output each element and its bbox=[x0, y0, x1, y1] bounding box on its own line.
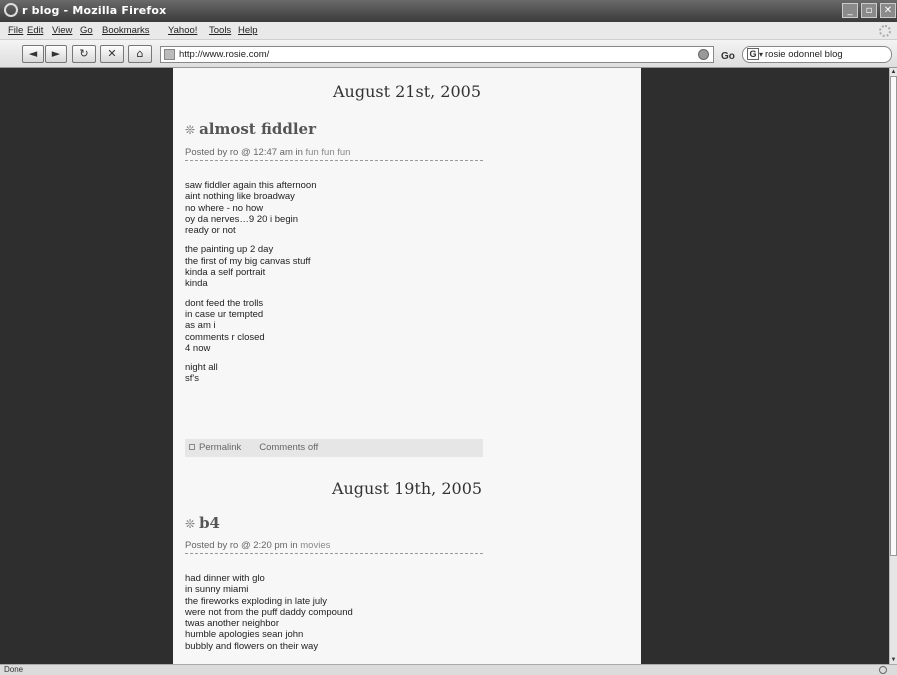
page-viewport: August 21st, 2005 ❊ almost fiddler Posted… bbox=[0, 68, 889, 664]
back-button[interactable]: ◄ bbox=[22, 45, 44, 63]
close-button[interactable]: ✕ bbox=[880, 3, 896, 18]
blog-content-column: August 21st, 2005 ❊ almost fiddler Posted… bbox=[173, 68, 641, 664]
post-meta-prefix: Posted by ro @ 12:47 am in bbox=[185, 147, 306, 158]
reload-button[interactable]: ↻ bbox=[72, 45, 96, 63]
post-meta: Posted by ro @ 12:47 am in fun fun fun bbox=[185, 147, 483, 161]
post-meta-prefix: Posted by ro @ 2:20 pm in bbox=[185, 540, 301, 551]
scrollbar-thumb[interactable] bbox=[890, 76, 897, 556]
status-bar: Done bbox=[0, 664, 897, 675]
flower-bullet-icon: ❊ bbox=[185, 123, 196, 137]
post-body: saw fiddler again this afternoon aint no… bbox=[185, 180, 317, 393]
post-date-heading: August 21st, 2005 bbox=[332, 82, 482, 101]
menu-edit[interactable]: Edit bbox=[27, 25, 43, 36]
throbber-icon bbox=[879, 25, 891, 37]
menu-file[interactable]: File bbox=[8, 25, 23, 36]
comments-status: Comments off bbox=[259, 442, 319, 453]
menu-help[interactable]: Help bbox=[238, 25, 258, 36]
address-text: http://www.rosie.com/ bbox=[179, 49, 270, 60]
post-meta: Posted by ro @ 2:20 pm in movies bbox=[185, 540, 483, 554]
page-icon bbox=[164, 49, 175, 60]
post-paragraph: night all sf's bbox=[185, 362, 218, 385]
menu-go[interactable]: Go bbox=[80, 25, 93, 36]
go-arrow-icon[interactable] bbox=[698, 49, 709, 60]
scroll-down-arrow-icon[interactable]: ▼ bbox=[890, 656, 897, 664]
vertical-scrollbar[interactable]: ▲ ▼ bbox=[889, 68, 897, 664]
firefox-icon bbox=[4, 3, 18, 17]
address-bar[interactable]: http://www.rosie.com/ bbox=[160, 46, 714, 63]
menu-bar: File Edit View Go Bookmarks Yahoo! Tools… bbox=[0, 22, 897, 40]
go-button[interactable]: Go bbox=[721, 51, 735, 62]
post-category-link[interactable]: movies bbox=[300, 540, 330, 551]
menu-bookmarks[interactable]: Bookmarks bbox=[102, 25, 150, 36]
forward-button[interactable]: ► bbox=[45, 45, 67, 63]
post-paragraph: had dinner with glo in sunny miami the f… bbox=[185, 573, 353, 652]
square-icon bbox=[189, 444, 195, 451]
scroll-up-arrow-icon[interactable]: ▲ bbox=[890, 68, 897, 76]
navigation-toolbar: ◄ ► ↻ ✕ ⌂ http://www.rosie.com/ Go G ▾ r… bbox=[0, 40, 897, 68]
permalink-link[interactable]: Permalink bbox=[199, 442, 241, 453]
menu-tools[interactable]: Tools bbox=[209, 25, 231, 36]
post-paragraph: the painting up 2 day the first of my bi… bbox=[185, 244, 311, 290]
post-paragraph: saw fiddler again this afternoon aint no… bbox=[185, 180, 317, 237]
search-engine-icon[interactable]: G bbox=[747, 48, 759, 60]
post-body: had dinner with glo in sunny miami the f… bbox=[185, 573, 353, 660]
post-title[interactable]: ❊ b4 bbox=[185, 514, 220, 532]
post-title-text[interactable]: b4 bbox=[199, 514, 220, 532]
dropdown-caret-icon[interactable]: ▾ bbox=[759, 47, 763, 62]
post-footer: Permalink Comments off bbox=[185, 439, 483, 457]
flower-bullet-icon: ❊ bbox=[185, 517, 196, 531]
post-paragraph: dont feed the trolls in case ur tempted … bbox=[185, 297, 265, 354]
window-titlebar: r blog - Mozilla Firefox _ ▫ ✕ bbox=[0, 0, 897, 22]
rss-feed-icon[interactable] bbox=[879, 666, 887, 674]
stop-button[interactable]: ✕ bbox=[100, 45, 124, 63]
post-date-heading: August 19th, 2005 bbox=[331, 479, 483, 498]
minimize-button[interactable]: _ bbox=[842, 3, 858, 18]
menu-yahoo[interactable]: Yahoo! bbox=[168, 25, 197, 36]
post-title-text[interactable]: almost fiddler bbox=[199, 120, 316, 138]
post-category-link[interactable]: fun fun fun bbox=[306, 147, 351, 158]
status-text: Done bbox=[4, 665, 24, 674]
menu-view[interactable]: View bbox=[52, 25, 72, 36]
search-input[interactable]: rosie odonnel blog bbox=[765, 49, 843, 60]
home-button[interactable]: ⌂ bbox=[128, 45, 152, 63]
search-box[interactable]: G ▾ rosie odonnel blog bbox=[742, 46, 892, 63]
maximize-button[interactable]: ▫ bbox=[861, 3, 877, 18]
window-title: r blog - Mozilla Firefox bbox=[22, 4, 167, 17]
post-title[interactable]: ❊ almost fiddler bbox=[185, 120, 316, 138]
